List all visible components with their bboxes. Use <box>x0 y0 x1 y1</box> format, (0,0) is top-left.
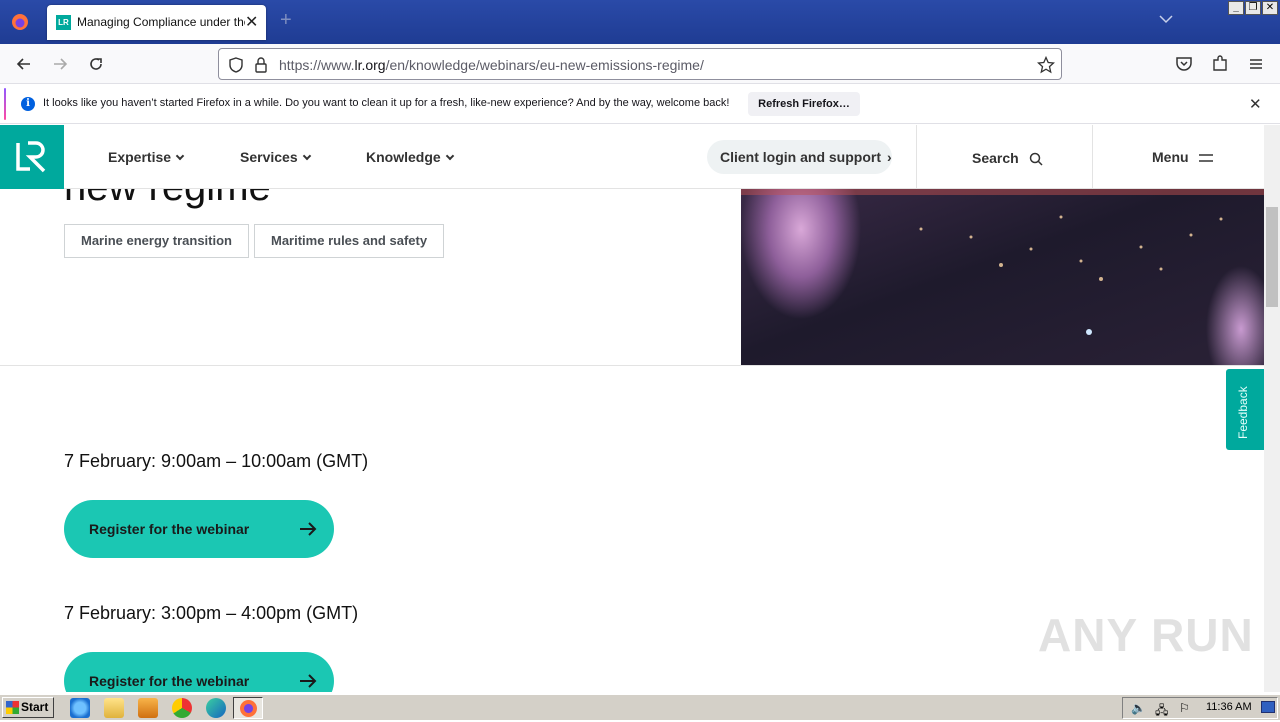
hero-image <box>741 189 1264 365</box>
register-webinar-button-1[interactable]: Register for the webinar <box>64 500 334 558</box>
firefox-taskbar-button[interactable] <box>233 697 263 719</box>
page-viewport: new regime Expertise Services Knowledge … <box>0 125 1264 692</box>
start-label: Start <box>21 700 49 714</box>
header-menu-button[interactable]: Menu <box>1152 149 1214 165</box>
network-icon[interactable]: 🖧 <box>1155 701 1168 722</box>
feedback-tab[interactable]: Feedback <box>1226 369 1264 450</box>
chrome-icon[interactable] <box>172 698 192 718</box>
close-window-icon[interactable]: ✕ <box>1262 1 1278 15</box>
firefox-refresh-notification: i It looks like you haven’t started Fire… <box>0 84 1280 124</box>
pocket-icon[interactable] <box>1174 54 1194 74</box>
notification-accent <box>4 88 6 120</box>
tag-marine-energy-transition[interactable]: Marine energy transition <box>64 224 249 258</box>
session-date-1: 7 February: 9:00am – 10:00am (GMT) <box>64 451 369 471</box>
hamburger-menu-icon[interactable] <box>1246 54 1266 74</box>
header-divider <box>1092 125 1093 189</box>
extensions-puzzle-icon[interactable] <box>1210 54 1230 74</box>
tag-maritime-rules-safety[interactable]: Maritime rules and safety <box>254 224 445 258</box>
nav-expertise-label: Expertise <box>108 149 172 165</box>
bookmark-star-icon[interactable] <box>1037 56 1055 74</box>
tab-close-icon[interactable]: ✕ <box>245 12 258 32</box>
folder-icon[interactable] <box>104 698 124 718</box>
media-player-icon[interactable] <box>138 698 158 718</box>
back-arrow-icon[interactable] <box>14 54 34 74</box>
active-tab[interactable]: LR Managing Compliance under the EU ✕ <box>47 5 266 40</box>
chevron-down-icon <box>302 151 311 161</box>
list-all-tabs-chevron-icon[interactable] <box>1158 11 1174 27</box>
lock-icon[interactable] <box>253 56 269 74</box>
chevron-down-icon <box>445 151 454 161</box>
scrollbar-thumb[interactable] <box>1266 207 1278 307</box>
firefox-menu-icon[interactable] <box>6 8 34 36</box>
windows-taskbar: Start 🔈 🖧 ⚐ 11:36 AM <box>0 694 1280 720</box>
url-path: /en/knowledge/webinars/eu-new-emissions-… <box>385 57 704 73</box>
volume-icon[interactable]: 🔈 <box>1131 701 1146 715</box>
arrow-right-icon <box>300 674 317 688</box>
url-prefix: https://www. <box>279 57 355 73</box>
tab-title: Managing Compliance under the EU <box>77 15 245 29</box>
notification-close-icon[interactable]: ✕ <box>1249 95 1262 113</box>
window-controls: _ ❐ ✕ <box>1228 1 1278 15</box>
nav-services-label: Services <box>240 149 298 165</box>
page-scrollbar[interactable] <box>1264 125 1280 692</box>
header-search-label: Search <box>972 150 1019 166</box>
lr-logo-mark-icon <box>16 141 46 173</box>
restore-icon[interactable]: ❐ <box>1245 1 1261 15</box>
url-bar[interactable]: https://www.lr.org/en/knowledge/webinars… <box>218 48 1062 80</box>
browser-navigation-bar: https://www.lr.org/en/knowledge/webinars… <box>0 44 1280 84</box>
register-webinar-button-2[interactable]: Register for the webinar <box>64 652 334 692</box>
arrow-right-icon <box>300 522 317 536</box>
url-domain: lr.org <box>354 57 386 73</box>
header-divider <box>916 125 917 189</box>
search-icon <box>1029 152 1043 166</box>
hero-lights-decoration <box>741 189 1264 335</box>
anyrun-watermark: ANY RUN <box>1038 609 1254 661</box>
taskbar-clock: 11:36 AM <box>1206 701 1252 713</box>
nav-knowledge[interactable]: Knowledge <box>366 149 454 165</box>
edge-icon[interactable] <box>206 698 226 718</box>
minimize-icon[interactable]: _ <box>1228 1 1244 15</box>
menu-lines-icon <box>1199 154 1214 162</box>
notification-message: It looks like you haven’t started Firefo… <box>43 97 730 109</box>
lr-logo[interactable] <box>0 125 64 189</box>
url-text: https://www.lr.org/en/knowledge/webinars… <box>279 57 704 73</box>
hero-divider <box>0 365 1264 366</box>
firefox-icon <box>240 700 257 717</box>
forward-arrow-icon[interactable] <box>50 54 70 74</box>
windows-flag-icon <box>6 701 19 714</box>
browser-tab-strip: LR Managing Compliance under the EU ✕ + … <box>0 0 1280 44</box>
header-search-button[interactable]: Search <box>972 149 1043 166</box>
client-login-label: Client login and support <box>720 149 881 165</box>
chevron-right-icon: › <box>887 149 892 165</box>
tracking-shield-icon[interactable] <box>227 56 245 74</box>
nav-services[interactable]: Services <box>240 149 311 165</box>
new-tab-icon[interactable]: + <box>280 9 292 32</box>
refresh-firefox-button[interactable]: Refresh Firefox… <box>748 92 860 116</box>
reload-icon[interactable] <box>86 54 106 74</box>
client-login-button[interactable]: Client login and support › <box>707 140 892 174</box>
session-date-2: 7 February: 3:00pm – 4:00pm (GMT) <box>64 603 359 623</box>
lr-favicon-icon: LR <box>56 15 71 30</box>
internet-explorer-icon[interactable] <box>70 698 90 718</box>
nav-expertise[interactable]: Expertise <box>108 149 185 165</box>
register-label-1: Register for the webinar <box>89 521 250 537</box>
header-menu-label: Menu <box>1152 149 1189 165</box>
register-label-2: Register for the webinar <box>89 673 250 689</box>
feedback-label: Feedback <box>1236 386 1250 439</box>
chevron-down-icon <box>175 151 185 161</box>
show-desktop-icon[interactable] <box>1261 701 1275 713</box>
site-header: Expertise Services Knowledge Client logi… <box>0 125 1264 189</box>
system-tray: 🔈 🖧 ⚐ <box>1122 697 1278 719</box>
info-icon: i <box>21 97 35 111</box>
flag-tray-icon[interactable]: ⚐ <box>1179 701 1190 715</box>
start-button[interactable]: Start <box>2 697 54 718</box>
nav-knowledge-label: Knowledge <box>366 149 441 165</box>
